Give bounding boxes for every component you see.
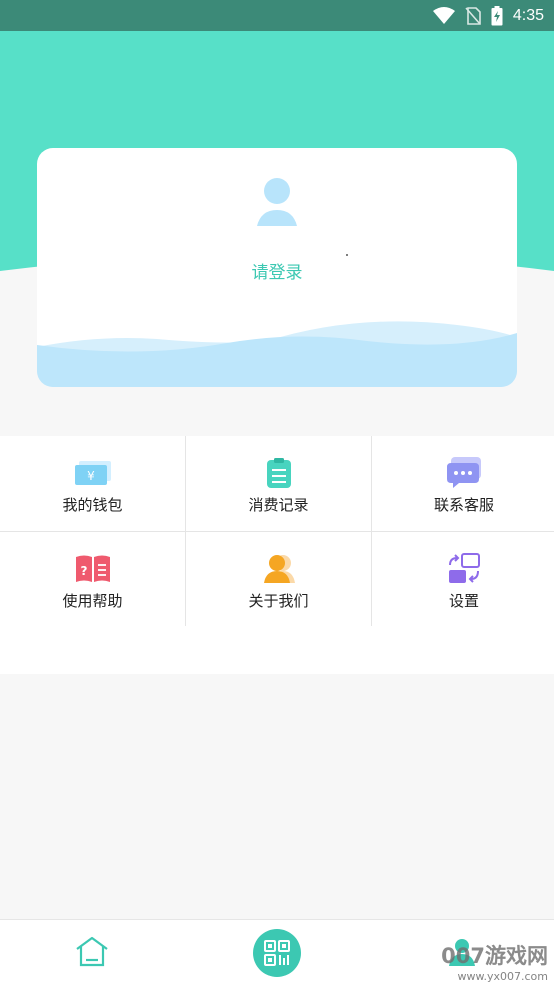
chat-bubble-icon bbox=[447, 457, 481, 488]
menu-item-about[interactable]: 关于我们 bbox=[186, 532, 371, 627]
menu-label-about: 关于我们 bbox=[248, 592, 309, 610]
status-bar: 4:35 bbox=[0, 0, 554, 31]
nav-home[interactable] bbox=[74, 934, 110, 970]
menu-label-help: 使用帮助 bbox=[62, 592, 123, 610]
qr-scan-icon bbox=[264, 940, 290, 966]
wallet-icon: ¥ bbox=[74, 461, 111, 485]
status-time: 4:35 bbox=[512, 6, 544, 24]
home-icon bbox=[76, 936, 108, 967]
wifi-icon bbox=[432, 6, 455, 24]
login-text[interactable]: 请登录 bbox=[37, 258, 517, 283]
menu-label-records: 消费记录 bbox=[248, 496, 309, 514]
card-wave bbox=[37, 321, 517, 387]
clipboard-icon bbox=[266, 458, 291, 488]
no-sim-icon bbox=[465, 6, 481, 25]
watermark: 007游戏网 www.yx007.com bbox=[441, 944, 548, 983]
avatar-icon bbox=[257, 178, 297, 226]
help-book-icon: ? bbox=[75, 555, 110, 582]
menu-label-wallet: 我的钱包 bbox=[62, 496, 123, 514]
login-card[interactable]: 请登录 bbox=[37, 148, 517, 387]
person-icon bbox=[263, 555, 295, 583]
menu-label-service: 联系客服 bbox=[433, 496, 494, 514]
svg-text:¥: ¥ bbox=[87, 469, 95, 483]
menu-item-settings[interactable]: 设置 bbox=[372, 532, 554, 627]
menu-item-records[interactable]: 消费记录 bbox=[186, 436, 371, 531]
status-icons: 4:35 bbox=[432, 0, 544, 31]
menu-item-service[interactable]: 联系客服 bbox=[372, 436, 554, 531]
battery-charging-icon bbox=[491, 5, 503, 25]
card-dot bbox=[346, 254, 348, 256]
menu-item-wallet[interactable]: ¥ 我的钱包 bbox=[0, 436, 185, 531]
switch-settings-icon bbox=[449, 553, 480, 583]
content-strip bbox=[0, 626, 554, 674]
svg-text:?: ? bbox=[80, 564, 87, 578]
watermark-url: www.yx007.com bbox=[457, 970, 548, 983]
menu-item-help[interactable]: ? 使用帮助 bbox=[0, 532, 185, 627]
nav-scan-button[interactable] bbox=[253, 929, 301, 977]
menu-label-settings: 设置 bbox=[448, 592, 479, 610]
watermark-title: 007游戏网 bbox=[441, 944, 548, 968]
menu-grid: ¥ 我的钱包 消费记录 联系客服 ? 使用帮助 关于我们 设置 bbox=[0, 436, 554, 627]
